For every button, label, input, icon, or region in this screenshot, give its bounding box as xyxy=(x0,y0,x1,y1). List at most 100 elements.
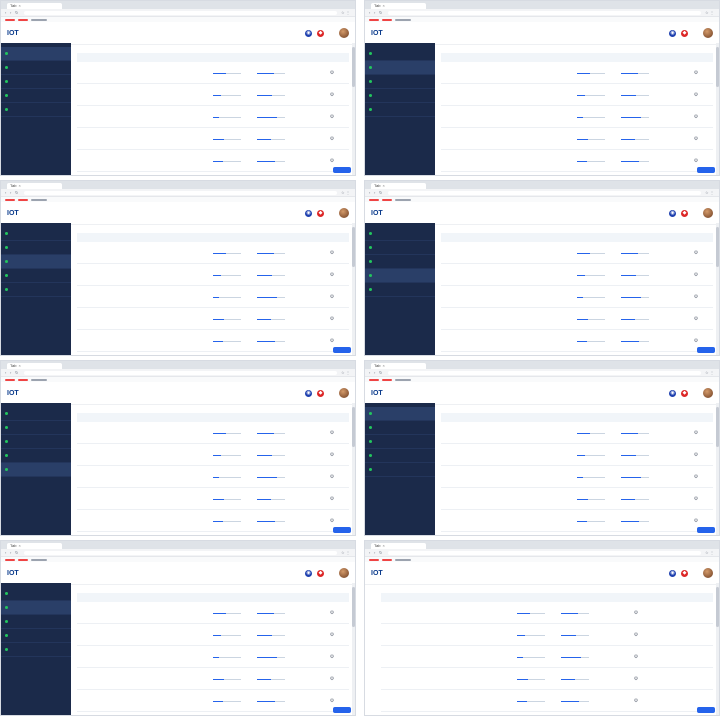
fab-button[interactable] xyxy=(697,527,715,533)
settings-gear-icon[interactable]: ⚙ xyxy=(325,92,339,98)
url-field[interactable] xyxy=(388,370,701,375)
scrollbar[interactable] xyxy=(352,403,355,535)
sidebar-item[interactable] xyxy=(365,75,435,89)
url-field[interactable] xyxy=(24,190,337,195)
settings-gear-icon[interactable]: ⚙ xyxy=(689,316,703,322)
settings-gear-icon[interactable]: ⚙ xyxy=(689,496,703,502)
sidebar-item[interactable] xyxy=(1,449,71,463)
settings-gear-icon[interactable]: ⚙ xyxy=(689,430,703,436)
sidebar-item[interactable] xyxy=(1,103,71,117)
bookmark-item[interactable] xyxy=(31,558,47,561)
settings-gear-icon[interactable]: ⚙ xyxy=(689,92,703,98)
fab-button[interactable] xyxy=(697,707,715,713)
sidebar-item[interactable] xyxy=(1,47,71,61)
app-logo[interactable]: IOT xyxy=(7,30,19,37)
breadcrumb[interactable] xyxy=(441,225,713,233)
breadcrumb[interactable] xyxy=(77,45,349,53)
reload-icon[interactable]: ↻ xyxy=(379,370,384,375)
fab-button[interactable] xyxy=(333,527,351,533)
sidebar-item[interactable] xyxy=(365,421,435,435)
globe-icon[interactable]: ◉ xyxy=(669,569,676,577)
scrollbar[interactable] xyxy=(716,403,719,535)
browser-tab[interactable]: Tab × xyxy=(7,363,62,369)
settings-gear-icon[interactable]: ⚙ xyxy=(689,474,703,480)
close-icon[interactable]: × xyxy=(382,543,384,548)
avatar[interactable] xyxy=(339,388,349,398)
scrollbar[interactable] xyxy=(352,583,355,715)
table-row[interactable]: ⚙ xyxy=(77,330,349,352)
avatar[interactable] xyxy=(339,208,349,218)
close-icon[interactable]: × xyxy=(382,183,384,188)
bookmark-item[interactable] xyxy=(395,18,411,21)
url-field[interactable] xyxy=(24,550,337,555)
breadcrumb[interactable] xyxy=(77,225,349,233)
sidebar-item[interactable] xyxy=(1,643,71,657)
sidebar-item[interactable] xyxy=(1,283,71,297)
bookmark-item[interactable] xyxy=(369,198,379,201)
table-row[interactable]: ⚙ xyxy=(441,510,713,532)
bookmark-item[interactable] xyxy=(31,378,47,381)
bookmark-item[interactable] xyxy=(31,18,47,21)
shield-icon[interactable]: ◆ xyxy=(317,209,324,217)
sidebar-item[interactable] xyxy=(1,421,71,435)
sidebar-item[interactable] xyxy=(1,269,71,283)
reload-icon[interactable]: ↻ xyxy=(379,190,384,195)
globe-icon[interactable]: ◉ xyxy=(305,29,312,37)
bookmark-item[interactable] xyxy=(369,18,379,21)
settings-gear-icon[interactable]: ⚙ xyxy=(689,136,703,142)
bookmark-item[interactable] xyxy=(18,198,28,201)
table-row[interactable]: ⚙ xyxy=(77,286,349,308)
menu-icon[interactable]: ⋮ xyxy=(710,550,715,555)
sidebar-item[interactable] xyxy=(365,449,435,463)
breadcrumb[interactable] xyxy=(77,405,349,413)
table-row[interactable]: ⚙ xyxy=(77,668,349,690)
app-logo[interactable]: IOT xyxy=(371,210,383,217)
app-logo[interactable]: IOT xyxy=(7,390,19,397)
browser-tab[interactable]: Tab × xyxy=(7,183,62,189)
reload-icon[interactable]: ↻ xyxy=(15,550,20,555)
sidebar-item[interactable] xyxy=(365,103,435,117)
scrollbar[interactable] xyxy=(352,43,355,175)
settings-gear-icon[interactable]: ⚙ xyxy=(325,250,339,256)
table-row[interactable]: ⚙ xyxy=(77,264,349,286)
browser-tab[interactable]: Tab × xyxy=(371,543,426,549)
sidebar-item[interactable] xyxy=(1,255,71,269)
bookmark-item[interactable] xyxy=(382,558,392,561)
globe-icon[interactable]: ◉ xyxy=(305,209,312,217)
close-icon[interactable]: × xyxy=(18,543,20,548)
bookmark-item[interactable] xyxy=(369,558,379,561)
table-row[interactable]: ⚙ xyxy=(441,128,713,150)
sidebar-item[interactable] xyxy=(365,463,435,477)
sidebar-item[interactable] xyxy=(1,601,71,615)
table-row[interactable]: ⚙ xyxy=(441,264,713,286)
settings-gear-icon[interactable]: ⚙ xyxy=(325,452,339,458)
table-row[interactable]: ⚙ xyxy=(77,646,349,668)
sidebar-item[interactable] xyxy=(365,61,435,75)
breadcrumb[interactable] xyxy=(77,585,349,593)
table-row[interactable]: ⚙ xyxy=(77,488,349,510)
globe-icon[interactable]: ◉ xyxy=(305,389,312,397)
close-icon[interactable]: × xyxy=(18,183,20,188)
settings-gear-icon[interactable]: ⚙ xyxy=(325,654,339,660)
settings-gear-icon[interactable]: ⚙ xyxy=(325,632,339,638)
bookmark-item[interactable] xyxy=(382,18,392,21)
browser-tab[interactable]: Tab × xyxy=(371,3,426,9)
table-row[interactable]: ⚙ xyxy=(77,150,349,172)
close-icon[interactable]: × xyxy=(18,3,20,8)
sidebar-item[interactable] xyxy=(365,89,435,103)
settings-gear-icon[interactable]: ⚙ xyxy=(325,610,339,616)
close-icon[interactable]: × xyxy=(382,3,384,8)
sidebar-item[interactable] xyxy=(365,435,435,449)
menu-icon[interactable]: ⋮ xyxy=(346,550,351,555)
settings-gear-icon[interactable]: ⚙ xyxy=(325,698,339,704)
shield-icon[interactable]: ◆ xyxy=(681,389,688,397)
avatar[interactable] xyxy=(703,388,713,398)
reload-icon[interactable]: ↻ xyxy=(379,550,384,555)
url-field[interactable] xyxy=(24,370,337,375)
browser-tab[interactable]: Tab × xyxy=(371,363,426,369)
sidebar-item[interactable] xyxy=(1,435,71,449)
scrollbar[interactable] xyxy=(716,583,719,715)
sidebar-item[interactable] xyxy=(1,463,71,477)
url-field[interactable] xyxy=(388,10,701,15)
browser-tab[interactable]: Tab × xyxy=(7,543,62,549)
